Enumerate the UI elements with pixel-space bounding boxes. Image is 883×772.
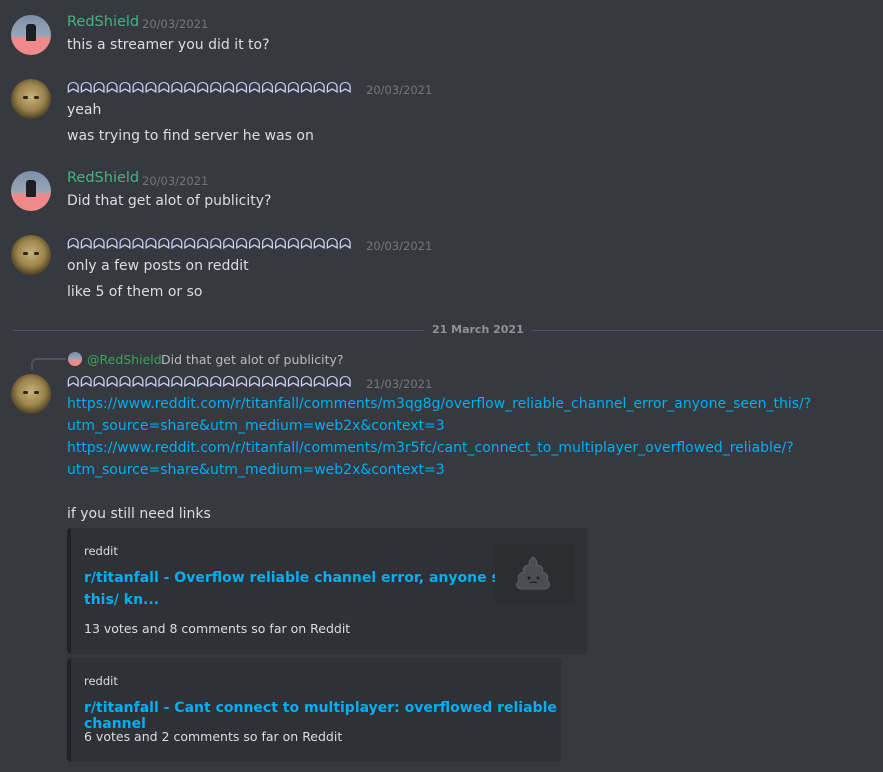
embed-description: 13 votes and 8 comments so far on Reddit — [84, 621, 351, 636]
author-name[interactable]: RedShield — [67, 170, 139, 186]
message-text: was trying to find server he was on — [67, 128, 314, 144]
embed-title[interactable]: r/titanfall - Cant connect to multiplaye… — [84, 700, 561, 732]
reddit-link-2-cont[interactable]: utm_source=share&utm_medium=web2x&contex… — [67, 462, 445, 478]
redshield-avatar[interactable] — [11, 15, 51, 55]
timestamp: 20/03/2021 — [142, 174, 209, 188]
author-name[interactable]: ᗣᗣᗣᗣᗣᗣᗣᗣᗣᗣᗣᗣᗣᗣᗣᗣᗣᗣᗣᗣᗣᗣ — [67, 373, 352, 391]
timestamp: 20/03/2021 — [366, 83, 433, 97]
redshield-avatar[interactable] — [11, 171, 51, 211]
link-embed: reddit r/titanfall - Cant connect to mul… — [67, 658, 561, 762]
embed-provider: reddit — [84, 544, 118, 558]
user-avatar[interactable] — [11, 374, 51, 414]
author-name[interactable]: ᗣᗣᗣᗣᗣᗣᗣᗣᗣᗣᗣᗣᗣᗣᗣᗣᗣᗣᗣᗣᗣᗣ — [67, 79, 352, 97]
date-divider-label: 21 March 2021 — [424, 323, 532, 336]
message-text: like 5 of them or so — [67, 284, 203, 300]
embed-thumbnail[interactable] — [495, 544, 575, 604]
poop-icon — [516, 556, 550, 590]
message-text: if you still need links — [67, 506, 211, 522]
reply-preview-text[interactable]: Did that get alot of publicity? — [161, 352, 344, 367]
link-embed: reddit r/titanfall - Overflow reliable c… — [67, 528, 587, 654]
embed-title[interactable]: r/titanfall - Overflow reliable channel … — [84, 570, 529, 586]
user-avatar[interactable] — [11, 79, 51, 119]
reddit-link-1[interactable]: https://www.reddit.com/r/titanfall/comme… — [67, 396, 811, 412]
reddit-link-2[interactable]: https://www.reddit.com/r/titanfall/comme… — [67, 440, 794, 456]
message-text: only a few posts on reddit — [67, 258, 249, 274]
author-name[interactable]: RedShield — [67, 14, 139, 30]
message-text: yeah — [67, 102, 102, 118]
timestamp: 20/03/2021 — [142, 17, 209, 31]
timestamp: 20/03/2021 — [366, 239, 433, 253]
embed-title-cont[interactable]: this/ kn... — [84, 592, 159, 608]
embed-provider: reddit — [84, 674, 118, 688]
author-name[interactable]: ᗣᗣᗣᗣᗣᗣᗣᗣᗣᗣᗣᗣᗣᗣᗣᗣᗣᗣᗣᗣᗣᗣ — [67, 235, 352, 253]
timestamp: 21/03/2021 — [366, 377, 433, 391]
reply-mention[interactable]: @RedShield — [87, 352, 162, 367]
message-text: this a streamer you did it to? — [67, 37, 270, 53]
reddit-link-1-cont[interactable]: utm_source=share&utm_medium=web2x&contex… — [67, 418, 445, 434]
user-avatar[interactable] — [11, 235, 51, 275]
embed-description: 6 votes and 2 comments so far on Reddit — [84, 729, 343, 744]
message-text: Did that get alot of publicity? — [67, 193, 272, 209]
reply-avatar[interactable] — [68, 352, 82, 366]
reply-spine — [31, 358, 66, 370]
